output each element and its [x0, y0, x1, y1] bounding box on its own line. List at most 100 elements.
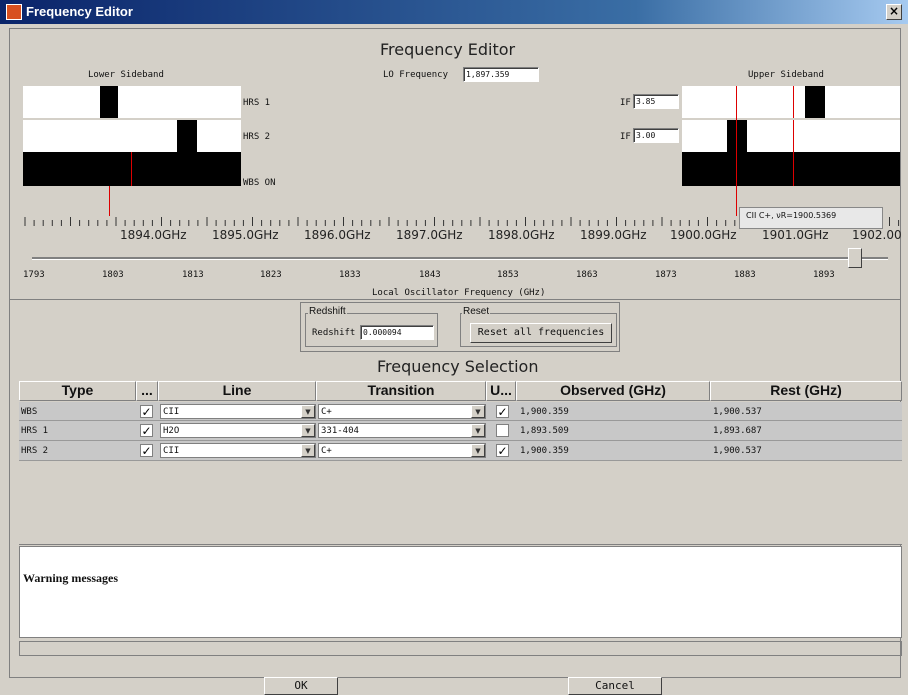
java-app-icon [6, 4, 22, 20]
chevron-down-icon[interactable]: ▼ [471, 444, 485, 457]
line-value: H2O [163, 426, 180, 436]
chevron-down-icon[interactable]: ▼ [301, 444, 315, 457]
row-type: WBS [21, 407, 38, 417]
chevron-down-icon[interactable]: ▼ [301, 424, 315, 437]
redshift-field-label: Redshift [312, 328, 356, 338]
chevron-down-icon[interactable]: ▼ [471, 424, 485, 437]
transition-value: C+ [321, 446, 332, 456]
observed-value: 1,900.359 [520, 407, 569, 417]
ok-button[interactable]: OK [264, 677, 338, 695]
warning-title: Warning messages [23, 571, 119, 585]
table-row[interactable]: HRS 1 ✓ H2O ▼ 331-404 ▼ 1,893.509 1,893.… [19, 421, 902, 441]
reset-group-label: Reset [462, 306, 491, 317]
col-header-check[interactable]: ... [136, 381, 158, 401]
window-title: Frequency Editor [26, 4, 133, 19]
slider-label: 1803 [102, 270, 124, 280]
transition-combo[interactable]: 331-404 ▼ [318, 423, 486, 438]
upper-tall-marker [736, 86, 737, 216]
close-button[interactable]: × [886, 4, 902, 20]
redshift-input[interactable]: 0.000094 [360, 325, 434, 340]
lower-hrs1-strip [23, 86, 241, 118]
chevron-down-icon[interactable]: ▼ [301, 405, 315, 418]
separator [9, 299, 901, 300]
row-checkbox[interactable]: ✓ [140, 444, 153, 457]
upper-hrs2-band [727, 120, 747, 152]
slider-labels: 1793 1803 1813 1823 1833 1843 1853 1863 … [23, 264, 900, 284]
lo-frequency-label: LO Frequency [383, 70, 449, 80]
line-combo[interactable]: CII ▼ [160, 443, 316, 458]
row-checkbox[interactable]: ✓ [140, 405, 153, 418]
observed-value: 1,893.509 [520, 426, 569, 436]
upper-wbs-strip [682, 152, 900, 186]
slider-caption: Local Oscillator Frequency (GHz) [372, 288, 546, 298]
lower-hrs2-band [177, 120, 197, 152]
status-bar [19, 641, 902, 656]
freq-label-6: 1900.0GHz [670, 228, 737, 242]
transition-value: C+ [321, 407, 332, 417]
upper-hrs2-strip [682, 120, 900, 152]
redshift-group-label: Redshift [308, 306, 347, 317]
title-bar[interactable] [0, 0, 908, 24]
slider-label: 1813 [182, 270, 204, 280]
lower-wbs-strip [23, 152, 241, 186]
lower-sideband-label: Lower Sideband [88, 70, 164, 80]
rest-value: 1,900.537 [713, 446, 762, 456]
row-checkbox[interactable]: ✓ [140, 424, 153, 437]
rest-value: 1,893.687 [713, 426, 762, 436]
chevron-down-icon[interactable]: ▼ [471, 405, 485, 418]
if-label-2: IF [620, 132, 631, 142]
selection-heading: Frequency Selection [377, 357, 539, 376]
freq-label-7: 1901.0GHz [762, 228, 829, 242]
upper-hrs1-band [805, 86, 825, 118]
slider-label: 1863 [576, 270, 598, 280]
slider-label: 1823 [260, 270, 282, 280]
slider-label: 1833 [339, 270, 361, 280]
table-row[interactable]: HRS 2 ✓ CII ▼ C+ ▼ ✓ 1,900.359 1,900.537 [19, 441, 902, 461]
used-checkbox[interactable]: ✓ [496, 444, 509, 457]
col-header-rest[interactable]: Rest (GHz) [710, 381, 902, 401]
editor-heading: Frequency Editor [380, 40, 516, 59]
lower-hrs2-strip [23, 120, 241, 152]
if-field-2[interactable]: 3.00 [633, 128, 679, 143]
slider-label: 1883 [734, 270, 756, 280]
upper-hrs1-marker [793, 86, 794, 118]
transition-combo[interactable]: C+ ▼ [318, 404, 486, 419]
table-row[interactable]: WBS ✓ CII ▼ C+ ▼ ✓ 1,900.359 1,900.537 [19, 402, 902, 421]
freq-label-1: 1895.0GHz [212, 228, 279, 242]
line-tooltip: CII C+, νR=1900.5369 [739, 207, 883, 229]
line-value: CII [163, 446, 180, 456]
transition-combo[interactable]: C+ ▼ [318, 443, 486, 458]
col-header-observed[interactable]: Observed (GHz) [516, 381, 710, 401]
upper-hrs1-strip [682, 86, 900, 118]
band-label-hrs2: HRS 2 [243, 132, 271, 142]
upper-hrs2-marker [793, 120, 794, 152]
slider-label: 1873 [655, 270, 677, 280]
lower-wbs-marker [131, 152, 132, 186]
col-header-used[interactable]: U... [486, 381, 516, 401]
band-label-wbs: WBS ON [243, 178, 276, 188]
band-label-hrs1: HRS 1 [243, 98, 271, 108]
if-label-1: IF [620, 98, 631, 108]
col-header-type[interactable]: Type [19, 381, 136, 401]
reset-all-button[interactable]: Reset all frequencies [470, 323, 612, 343]
lower-hrs1-band [100, 86, 118, 118]
lo-slider-track[interactable] [32, 257, 888, 260]
line-value: CII [163, 407, 180, 417]
used-checkbox[interactable]: ✓ [496, 405, 509, 418]
slider-label: 1843 [419, 270, 441, 280]
upper-sideband-label: Upper Sideband [748, 70, 824, 80]
if-field-1[interactable]: 3.85 [633, 94, 679, 109]
lo-frequency-field[interactable]: 1,897.359 [463, 67, 539, 82]
line-combo[interactable]: CII ▼ [160, 404, 316, 419]
slider-label: 1893 [813, 270, 835, 280]
cancel-button[interactable]: Cancel [568, 677, 662, 695]
freq-label-0: 1894.0GHz [120, 228, 187, 242]
freq-label-5: 1899.0GHz [580, 228, 647, 242]
col-header-transition[interactable]: Transition [316, 381, 486, 401]
rest-value: 1,900.537 [713, 407, 762, 417]
line-combo[interactable]: H2O ▼ [160, 423, 316, 438]
col-header-line[interactable]: Line [158, 381, 316, 401]
transition-value: 331-404 [321, 426, 359, 436]
used-checkbox[interactable] [496, 424, 509, 437]
observed-value: 1,900.359 [520, 446, 569, 456]
